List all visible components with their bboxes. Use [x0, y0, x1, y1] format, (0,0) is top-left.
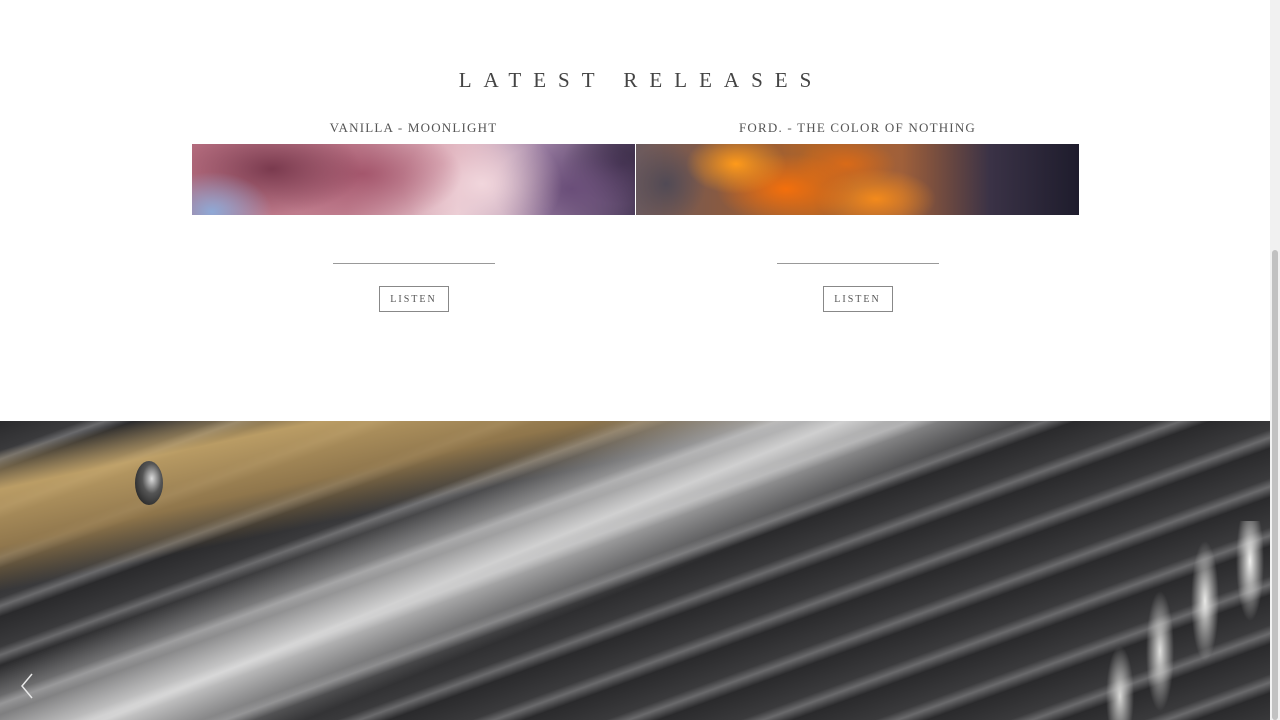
piano-hero-slideshow [0, 421, 1270, 720]
release-cover-image[interactable] [192, 144, 635, 215]
page: LATEST RELEASES VANILLA - MOONLIGHT LIST… [0, 0, 1280, 720]
chevron-left-icon[interactable] [18, 671, 42, 701]
piano-keys-image [0, 421, 1270, 720]
release-title: FORD. - THE COLOR OF NOTHING [738, 120, 977, 135]
release-card: VANILLA - MOONLIGHT LISTEN [192, 118, 635, 312]
listen-button[interactable]: LISTEN [378, 286, 449, 312]
white-keys-highlight [1100, 521, 1270, 720]
scrollbar-thumb[interactable] [1272, 250, 1278, 720]
release-cover-image[interactable] [636, 144, 1079, 215]
release-card: FORD. - THE COLOR OF NOTHING LISTEN [636, 118, 1079, 312]
divider [776, 263, 939, 264]
divider [332, 263, 495, 264]
section-title: LATEST RELEASES [458, 68, 824, 92]
release-title: VANILLA - MOONLIGHT [329, 120, 498, 135]
piano-peg [135, 461, 163, 505]
listen-button[interactable]: LISTEN [822, 286, 893, 312]
scrollbar[interactable] [1270, 0, 1280, 720]
latest-releases-section: LATEST RELEASES VANILLA - MOONLIGHT LIST… [0, 0, 1270, 421]
